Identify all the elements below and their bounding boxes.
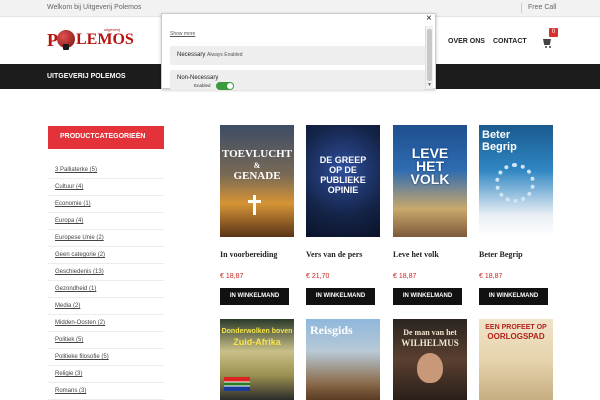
category-label[interactable]: 3 Palliaterke (5) bbox=[55, 167, 97, 173]
product-price: € 18,87 bbox=[220, 273, 244, 280]
non-necessary-label: Non-Necessary bbox=[177, 75, 219, 81]
cover-title: Reisgids bbox=[310, 323, 353, 337]
book-cover[interactable]: TOEVLUCHT & GENADE bbox=[220, 125, 294, 237]
book-cover[interactable]: Beter Begrip bbox=[479, 125, 553, 237]
category-item[interactable]: Religie (3) bbox=[48, 366, 164, 383]
category-item[interactable]: Europa (4) bbox=[48, 213, 164, 230]
cover-title: DE GREEP OP DE PUBLIEKE OPINIE bbox=[319, 155, 367, 195]
category-item[interactable]: Romans (3) bbox=[48, 383, 164, 400]
cover-title: EEN PROFEET OP OORLOGSPAD bbox=[485, 324, 547, 341]
product-categories-heading: PRODUCTCATEGORIEËN bbox=[48, 126, 164, 149]
category-label[interactable]: Europese Unie (2) bbox=[55, 235, 104, 241]
product-title[interactable]: Vers van de pers bbox=[306, 250, 362, 259]
logo-subtitle: uitgeverij bbox=[104, 27, 121, 32]
category-label[interactable]: Geen categorie (2) bbox=[55, 252, 105, 258]
enabled-label: Enabled bbox=[194, 83, 211, 88]
divider bbox=[521, 3, 522, 13]
category-item[interactable]: Media (2) bbox=[48, 298, 164, 315]
add-to-cart-button[interactable]: IN WINKELMAND bbox=[306, 288, 375, 305]
category-label[interactable]: Romans (3) bbox=[55, 388, 86, 394]
category-label[interactable]: Gezondheid (1) bbox=[55, 286, 96, 292]
category-label[interactable]: Cultuur (4) bbox=[55, 184, 83, 190]
category-item[interactable]: Economie (1) bbox=[48, 196, 164, 213]
cart-icon bbox=[543, 39, 551, 45]
category-item[interactable]: 3 Palliaterke (5) bbox=[48, 162, 164, 179]
logo-text: LEMOS bbox=[76, 31, 134, 48]
gears-icon bbox=[495, 163, 535, 203]
cart-wheel bbox=[549, 46, 551, 48]
category-item[interactable]: Gezondheid (1) bbox=[48, 281, 164, 298]
cart-count-badge: 0 bbox=[549, 28, 558, 37]
category-label[interactable]: Religie (3) bbox=[55, 371, 82, 377]
cookie-non-necessary-row[interactable]: Non-Necessary Enabled bbox=[170, 70, 425, 90]
add-to-cart-button[interactable]: IN WINKELMAND bbox=[479, 288, 548, 305]
globe-icon bbox=[57, 30, 75, 50]
close-icon[interactable]: × bbox=[426, 14, 432, 24]
book-cover[interactable]: Donderwolken boven Zuid-Afrika bbox=[220, 319, 294, 400]
category-label[interactable]: Midden-Oosten (2) bbox=[55, 320, 105, 326]
book-cover[interactable]: De man van het WILHELMUS bbox=[393, 319, 467, 400]
book-cover[interactable]: DE GREEP OP DE PUBLIEKE OPINIE bbox=[306, 125, 380, 237]
flag-icon bbox=[224, 377, 250, 391]
cart-wheel bbox=[545, 46, 547, 48]
add-to-cart-button[interactable]: IN WINKELMAND bbox=[220, 288, 289, 305]
cookie-necessary-row[interactable]: Necessary Always Enabled bbox=[170, 46, 425, 65]
nav-over-ons[interactable]: OVER ONS bbox=[448, 38, 485, 45]
add-to-cart-button[interactable]: IN WINKELMAND bbox=[393, 288, 462, 305]
category-label[interactable]: Geschiedenis (13) bbox=[55, 269, 104, 275]
category-item[interactable]: Europese Unie (2) bbox=[48, 230, 164, 247]
welcome-text: Welkom bij Uitgeverij Polemos bbox=[47, 4, 142, 11]
product-title[interactable]: Leve het volk bbox=[393, 250, 439, 259]
category-label[interactable]: Politieke filosofie (5) bbox=[55, 354, 109, 360]
book-cover[interactable]: LEVE HET VOLK bbox=[393, 125, 467, 237]
cross-icon bbox=[253, 195, 256, 215]
category-item[interactable]: Politiek (5) bbox=[48, 332, 164, 349]
logo-letter: P bbox=[47, 30, 58, 50]
cover-title: Donderwolken boven Zuid-Afrika bbox=[221, 328, 293, 347]
cross-icon-bar bbox=[248, 200, 261, 203]
category-item[interactable]: Midden-Oosten (2) bbox=[48, 315, 164, 332]
category-item[interactable]: Geschiedenis (13) bbox=[48, 264, 164, 281]
free-call-link[interactable]: Free Call bbox=[528, 4, 556, 11]
category-label[interactable]: Europa (4) bbox=[55, 218, 83, 224]
product-price: € 18,87 bbox=[393, 273, 417, 280]
category-label[interactable]: Economie (1) bbox=[55, 201, 91, 207]
cover-title: De man van het WILHELMUS bbox=[401, 328, 459, 348]
cover-title: Beter Begrip bbox=[482, 129, 517, 153]
product-title[interactable]: In voorbereiding bbox=[220, 250, 277, 259]
always-enabled-label: Always Enabled bbox=[207, 52, 243, 58]
cover-title: LEVE HET VOLK bbox=[410, 145, 450, 187]
polemos-logo[interactable]: P LEMOS uitgeverij bbox=[47, 27, 134, 53]
necessary-label: Necessary Always Enabled bbox=[177, 52, 243, 58]
category-label[interactable]: Politiek (5) bbox=[55, 337, 83, 343]
cart-button[interactable]: 0 bbox=[543, 28, 558, 49]
category-item[interactable]: Politieke filosofie (5) bbox=[48, 349, 164, 366]
popup-scrollbar[interactable]: ▼ bbox=[425, 26, 433, 89]
book-cover[interactable]: EEN PROFEET OP OORLOGSPAD bbox=[479, 319, 553, 400]
show-more-link[interactable]: Show more bbox=[170, 31, 195, 37]
category-label[interactable]: Media (2) bbox=[55, 303, 80, 309]
product-title[interactable]: Beter Begrip bbox=[479, 250, 523, 259]
category-list: 3 Palliaterke (5) Cultuur (4) Economie (1)… bbox=[48, 162, 164, 400]
non-necessary-toggle[interactable] bbox=[216, 82, 234, 90]
portrait-face bbox=[417, 353, 443, 383]
scrollbar-thumb[interactable] bbox=[427, 29, 432, 81]
category-item[interactable]: Geen categorie (2) bbox=[48, 247, 164, 264]
nav-contact[interactable]: CONTACT bbox=[493, 38, 527, 45]
cover-title: TOEVLUCHT & GENADE bbox=[221, 148, 293, 182]
brand-title[interactable]: UITGEVERIJ POLEMOS bbox=[47, 73, 126, 80]
scroll-down-icon[interactable]: ▼ bbox=[427, 82, 432, 88]
book-cover[interactable]: Reisgids bbox=[306, 319, 380, 400]
product-price: € 18,87 bbox=[479, 273, 503, 280]
product-price: € 21,70 bbox=[306, 273, 330, 280]
cookie-settings-popup: × Show more Necessary Always Enabled Non… bbox=[161, 13, 436, 90]
category-item[interactable]: Cultuur (4) bbox=[48, 179, 164, 196]
